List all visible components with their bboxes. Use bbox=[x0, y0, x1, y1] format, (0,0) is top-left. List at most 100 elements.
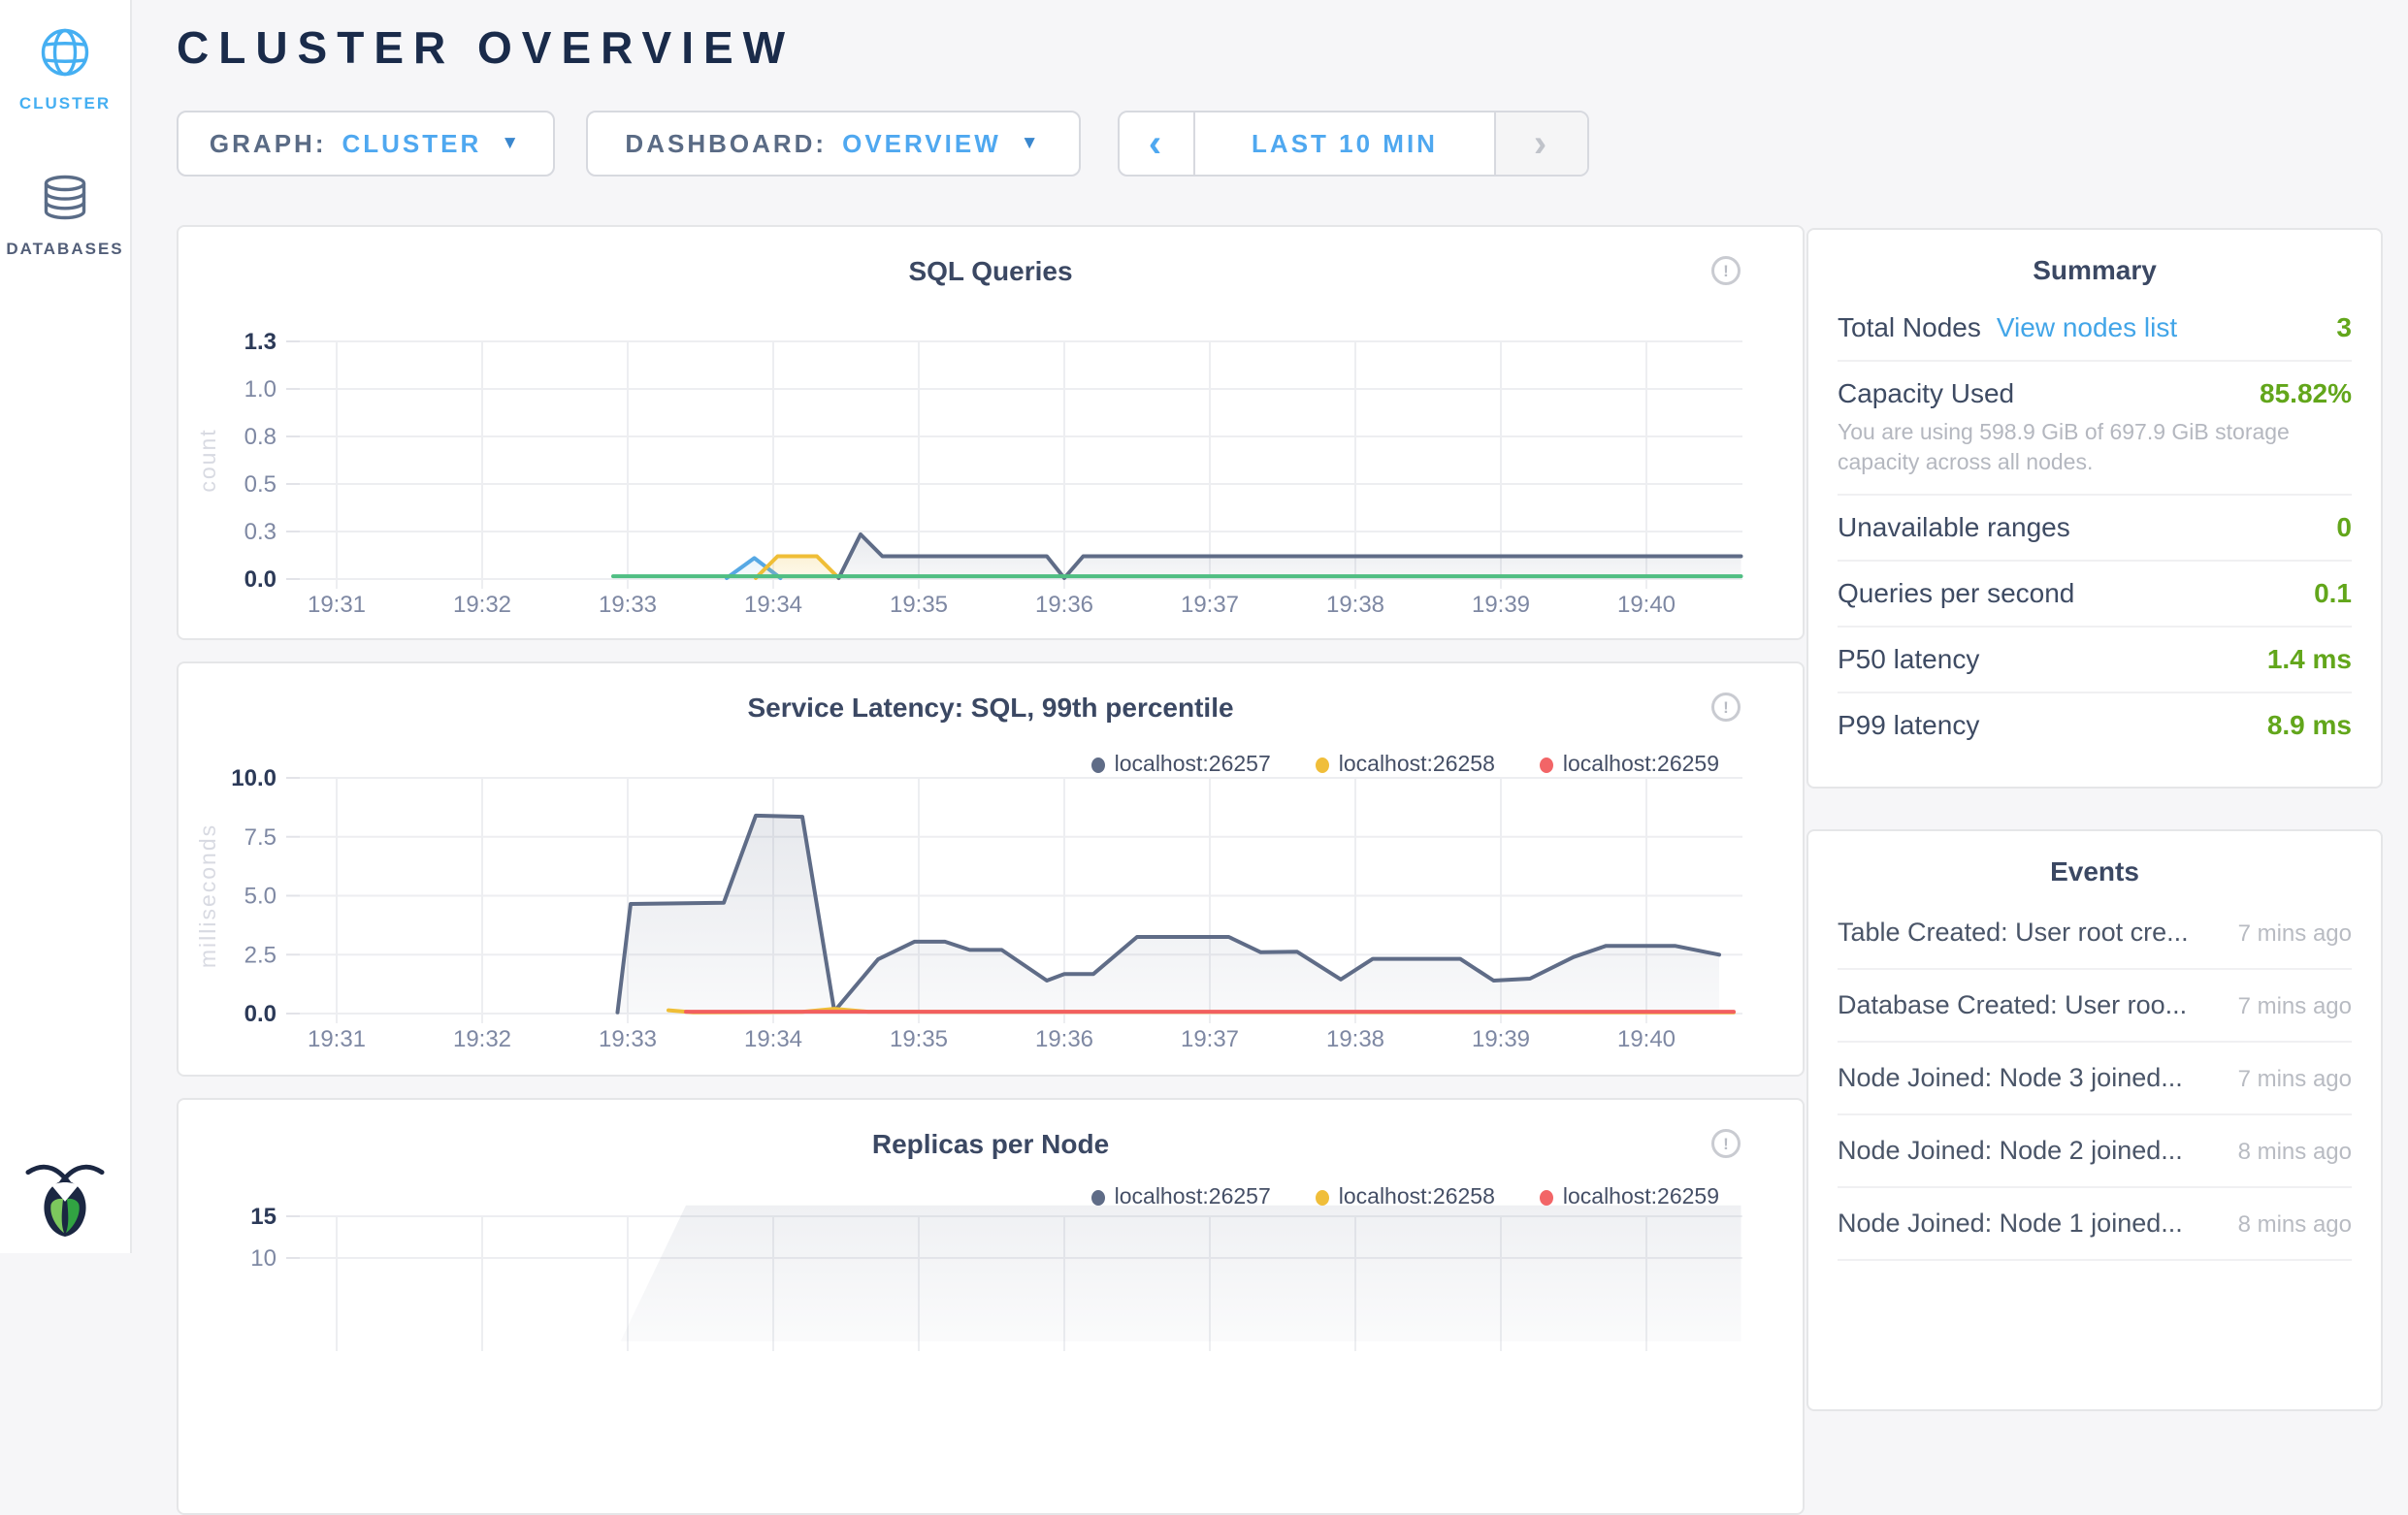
dashboard-dropdown-value: OVERVIEW bbox=[842, 129, 1001, 159]
sidebar-item-label: DATABASES bbox=[0, 240, 130, 259]
legend-item[interactable]: localhost:26257 bbox=[1091, 751, 1271, 777]
event-time: 8 mins ago bbox=[2238, 1139, 2352, 1166]
svg-text:19:33: 19:33 bbox=[599, 1026, 657, 1052]
chart-title: Service Latency: SQL, 99th percentile bbox=[179, 693, 1803, 724]
svg-text:0.5: 0.5 bbox=[244, 471, 277, 498]
info-icon[interactable]: ! bbox=[1711, 693, 1741, 722]
svg-text:0.0: 0.0 bbox=[244, 1001, 277, 1027]
summary-row: P99 latency 8.9 ms bbox=[1838, 693, 2352, 758]
legend-dot-icon bbox=[1316, 1190, 1329, 1206]
summary-row: Total Nodes View nodes list 3 bbox=[1838, 296, 2352, 362]
svg-text:19:40: 19:40 bbox=[1617, 1026, 1676, 1052]
dashboard-dropdown[interactable]: DASHBOARD: OVERVIEW ▼ bbox=[586, 111, 1081, 177]
summary-row: Queries per second 0.1 bbox=[1838, 562, 2352, 628]
svg-text:10.0: 10.0 bbox=[231, 765, 277, 791]
legend-label: localhost:26259 bbox=[1563, 751, 1719, 776]
event-row[interactable]: Database Created: User roo...7 mins ago bbox=[1838, 970, 2352, 1043]
svg-text:19:37: 19:37 bbox=[1181, 592, 1239, 618]
chevron-left-icon: ‹ bbox=[1149, 122, 1164, 166]
event-row[interactable]: Node Joined: Node 1 joined...8 mins ago bbox=[1838, 1188, 2352, 1261]
svg-text:7.5: 7.5 bbox=[244, 824, 277, 851]
globe-icon bbox=[38, 25, 92, 80]
event-row[interactable]: Node Joined: Node 3 joined... 7 mins ago bbox=[1838, 1043, 2352, 1115]
svg-text:19:31: 19:31 bbox=[308, 1026, 366, 1052]
events-panel: Events Table Created: User root cre...7 … bbox=[1806, 829, 2383, 1411]
legend-item[interactable]: localhost:26259 bbox=[1540, 751, 1719, 777]
legend-label: localhost:26258 bbox=[1339, 1183, 1495, 1209]
summary-row-value: 1.4 ms bbox=[2267, 644, 2352, 675]
event-text: Node Joined: Node 2 joined... bbox=[1838, 1136, 2183, 1166]
chart-legend: localhost:26257 localhost:26258 localhost:… bbox=[1091, 1183, 1719, 1209]
summary-row-label: Capacity Used bbox=[1838, 378, 2014, 409]
summary-row-value: 3 bbox=[2336, 312, 2352, 343]
svg-text:19:39: 19:39 bbox=[1472, 1026, 1530, 1052]
legend-item[interactable]: localhost:26257 bbox=[1091, 1183, 1271, 1209]
svg-text:19:36: 19:36 bbox=[1035, 592, 1093, 618]
svg-text:19:34: 19:34 bbox=[744, 592, 802, 618]
svg-text:2.5: 2.5 bbox=[244, 942, 277, 968]
summary-row-label: P99 latency bbox=[1838, 710, 1979, 741]
event-row[interactable]: Node Joined: Node 2 joined... 8 mins ago bbox=[1838, 1115, 2352, 1188]
svg-text:5.0: 5.0 bbox=[244, 884, 277, 910]
summary-panel: Summary Total Nodes View nodes list 3 Capac… bbox=[1806, 228, 2383, 789]
summary-row-label: P50 latency bbox=[1838, 644, 1979, 675]
sidebar: CLUSTER DATABASES bbox=[0, 0, 132, 1253]
svg-text:milliseconds: milliseconds bbox=[195, 823, 220, 968]
page-title: CLUSTER OVERVIEW bbox=[177, 21, 795, 74]
event-text: Node Joined: Node 3 joined... bbox=[1838, 1063, 2183, 1093]
legend-dot-icon bbox=[1540, 758, 1553, 773]
svg-text:19:40: 19:40 bbox=[1617, 592, 1676, 618]
summary-row-label: Queries per second bbox=[1838, 578, 2074, 609]
chevron-down-icon: ▼ bbox=[1021, 133, 1042, 154]
summary-row: Capacity Used85.82%You are using 598.9 G… bbox=[1838, 362, 2352, 496]
chart-title: SQL Queries bbox=[179, 256, 1803, 287]
info-icon[interactable]: ! bbox=[1711, 1129, 1741, 1158]
info-icon[interactable]: ! bbox=[1711, 256, 1741, 285]
svg-text:19:35: 19:35 bbox=[890, 592, 948, 618]
sidebar-item-databases[interactable]: DATABASES bbox=[0, 171, 130, 259]
summary-row-value: 0.1 bbox=[2314, 578, 2352, 609]
graph-dropdown-value: CLUSTER bbox=[342, 129, 481, 159]
sql-queries-chart[interactable]: 19:3119:3219:3319:3419:3519:3619:3719:38… bbox=[179, 227, 1805, 640]
time-range-prev-button[interactable]: ‹ bbox=[1120, 113, 1195, 175]
svg-text:0.0: 0.0 bbox=[244, 566, 277, 593]
dashboard-dropdown-label: DASHBOARD: bbox=[625, 129, 827, 159]
time-range-label[interactable]: LAST 10 MIN bbox=[1195, 113, 1494, 175]
sidebar-item-cluster[interactable]: CLUSTER bbox=[0, 25, 130, 113]
graph-dropdown[interactable]: GRAPH: CLUSTER ▼ bbox=[177, 111, 555, 177]
summary-row: Unavailable ranges0 bbox=[1838, 496, 2352, 562]
replicas-per-node-chart[interactable]: 1510 bbox=[179, 1100, 1805, 1515]
svg-text:19:38: 19:38 bbox=[1326, 1026, 1384, 1052]
summary-row-label: Unavailable ranges bbox=[1838, 512, 2070, 543]
legend-item[interactable]: localhost:26258 bbox=[1316, 1183, 1495, 1209]
cockroachdb-logo bbox=[0, 1159, 130, 1243]
summary-row-value: 8.9 ms bbox=[2267, 710, 2352, 741]
sidebar-item-label: CLUSTER bbox=[0, 94, 130, 113]
service-latency-chart[interactable]: 19:3119:3219:3319:3419:3519:3619:3719:38… bbox=[179, 663, 1805, 1077]
event-time: 7 mins ago bbox=[2238, 1066, 2352, 1093]
graph-dropdown-label: GRAPH: bbox=[210, 129, 327, 159]
cockroach-bug-icon bbox=[22, 1159, 108, 1239]
summary-row: P50 latency 1.4 ms bbox=[1838, 628, 2352, 693]
svg-text:10: 10 bbox=[250, 1245, 277, 1272]
summary-row-label: Total Nodes bbox=[1838, 312, 1981, 343]
summary-title: Summary bbox=[1808, 230, 2381, 296]
legend-dot-icon bbox=[1091, 758, 1105, 773]
database-icon bbox=[38, 171, 92, 225]
events-title: Events bbox=[1808, 831, 2381, 897]
legend-dot-icon bbox=[1316, 758, 1329, 773]
chevron-right-icon: › bbox=[1534, 122, 1549, 166]
legend-dot-icon bbox=[1540, 1190, 1553, 1206]
service-latency-chart-card: 19:3119:3219:3319:3419:3519:3619:3719:38… bbox=[177, 661, 1805, 1077]
svg-text:count: count bbox=[195, 428, 220, 492]
event-row[interactable]: Table Created: User root cre...7 mins ag… bbox=[1838, 897, 2352, 970]
view-nodes-list-link[interactable]: View nodes list bbox=[1997, 312, 2177, 343]
svg-text:19:38: 19:38 bbox=[1326, 592, 1384, 618]
legend-label: localhost:26257 bbox=[1115, 751, 1271, 776]
sql-queries-chart-card: 19:3119:3219:3319:3419:3519:3619:3719:38… bbox=[177, 225, 1805, 640]
time-range-next-button[interactable]: › bbox=[1494, 113, 1587, 175]
legend-item[interactable]: localhost:26258 bbox=[1316, 751, 1495, 777]
svg-text:15: 15 bbox=[250, 1204, 277, 1230]
legend-item[interactable]: localhost:26259 bbox=[1540, 1183, 1719, 1209]
legend-dot-icon bbox=[1091, 1190, 1105, 1206]
